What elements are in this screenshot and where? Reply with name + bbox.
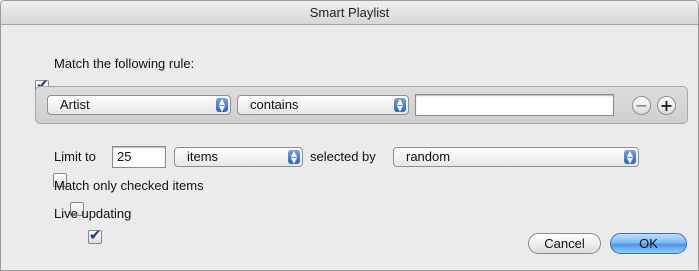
rule-value-input[interactable]	[415, 94, 614, 116]
selected-by-label: selected by	[310, 149, 376, 164]
limit-unit-value: items	[187, 149, 219, 164]
selected-by-popup[interactable]: random ▲ ▼	[393, 147, 639, 167]
popup-arrows-icon: ▲ ▼	[394, 98, 406, 113]
selected-by-value: random	[406, 149, 451, 164]
plus-icon: +	[659, 96, 674, 115]
smart-playlist-dialog: Smart Playlist Match the following rule:…	[0, 0, 699, 271]
popup-arrows-icon: ▲ ▼	[624, 150, 636, 165]
limit-amount-input[interactable]: 25	[112, 146, 166, 168]
rule-field-popup[interactable]: Artist ▲ ▼	[47, 95, 231, 115]
cancel-button[interactable]: Cancel	[528, 233, 601, 254]
add-rule-button[interactable]: +	[657, 96, 676, 115]
limit-label: Limit to	[54, 149, 96, 164]
rule-operator-popup[interactable]: contains ▲ ▼	[237, 95, 409, 115]
rule-field-value: Artist	[60, 97, 90, 112]
limit-unit-popup[interactable]: items ▲ ▼	[174, 147, 303, 167]
rule-operator-value: contains	[250, 97, 299, 112]
live-updating-label: Live updating	[54, 206, 132, 221]
match-rule-label: Match the following rule:	[54, 56, 195, 71]
window-title: Smart Playlist	[1, 1, 698, 25]
popup-arrows-icon: ▲ ▼	[216, 98, 228, 113]
remove-rule-button[interactable]: −	[632, 96, 651, 115]
minus-icon: −	[634, 96, 649, 115]
live-updating-checkbox[interactable]	[87, 226, 102, 244]
popup-arrows-icon: ▲ ▼	[288, 150, 300, 165]
match-checked-label: Match only checked items	[54, 178, 204, 193]
ok-button[interactable]: OK	[610, 233, 687, 254]
